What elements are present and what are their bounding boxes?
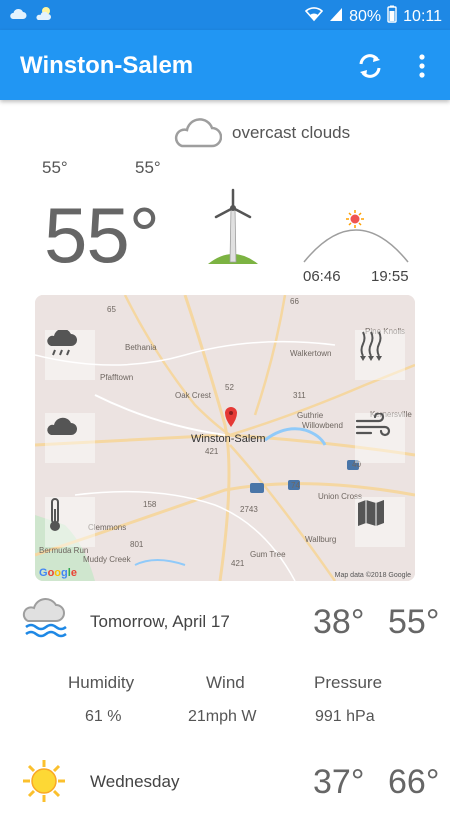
battery-icon [387, 5, 397, 28]
map-place-label: Willowbend [302, 421, 343, 430]
current-condition: overcast clouds [172, 110, 350, 155]
sunset-time: 19:55 [371, 268, 409, 285]
route-shield: 52 [225, 383, 234, 392]
wind-turbine-icon [200, 188, 266, 273]
weather-map[interactable]: Bethania Pfafftown Oak Crest Walkertown … [35, 295, 415, 581]
route-shield: 421 [205, 447, 219, 456]
map-place-label: Walkertown [290, 349, 332, 358]
route-shield: 158 [143, 500, 157, 509]
status-bar: 80% 10:11 [0, 0, 450, 30]
map-place-label: Wallburg [305, 535, 337, 544]
refresh-icon [355, 54, 385, 84]
app-bar: Winston-Salem [0, 30, 450, 100]
humidity-label: Humidity [68, 673, 135, 692]
map-layer-button[interactable] [355, 497, 405, 547]
route-shield: 74 [291, 481, 300, 490]
sun-icon [22, 759, 66, 808]
temperature-layer-button[interactable] [45, 497, 95, 547]
sun-position-icon [346, 210, 364, 228]
route-shield: 66 [290, 297, 299, 306]
wifi-icon [304, 6, 324, 27]
map-place-label: Bethania [125, 343, 157, 352]
weather-cloud-icon [8, 6, 28, 27]
wind-layer-button[interactable] [355, 413, 405, 463]
today-high: 55° [135, 158, 161, 177]
current-temperature: 55° [44, 191, 160, 279]
forecast-day: Tomorrow, April 17 [90, 612, 230, 631]
humidity-value: 61 % [85, 708, 122, 725]
more-vert-icon [410, 54, 434, 84]
sun-arc [300, 208, 412, 269]
precipitation-layer-button[interactable] [355, 330, 405, 380]
wind-value: 21mph W [188, 708, 257, 725]
sunrise-time: 06:46 [303, 268, 341, 285]
map-place-label: Bermuda Run [39, 546, 89, 555]
signal-icon [329, 6, 343, 27]
pressure-value: 991 hPa [315, 708, 375, 725]
forecast-low: 37° [313, 763, 365, 801]
route-shield: 65 [107, 305, 116, 314]
rain-layer-button[interactable] [45, 330, 95, 380]
map-place-label: Guthrie [297, 411, 324, 420]
forecast-day: Wednesday [90, 772, 180, 791]
pressure-label: Pressure [314, 673, 383, 692]
map-place-label: Pfafftown [100, 373, 134, 382]
map-attribution: Map data ©2018 Google [334, 572, 411, 579]
overflow-menu-button[interactable] [410, 52, 434, 80]
forecast-row[interactable]: Wednesday 37° 66° [0, 755, 450, 815]
clock: 10:11 [403, 7, 442, 25]
forecast-high: 55° [388, 603, 440, 641]
route-shield: 421 [231, 559, 245, 568]
route-shield: 311 [293, 391, 306, 400]
cloud-layer-button[interactable] [45, 413, 95, 463]
map-place-label: Oak Crest [175, 391, 212, 400]
battery-percent: 80% [349, 7, 382, 25]
map-city-label: Winston-Salem [191, 433, 266, 445]
map-place-label: Muddy Creek [83, 555, 131, 564]
google-logo: Google [39, 567, 77, 579]
overcast-cloud-icon [172, 110, 223, 155]
map-place-label: Gum Tree [250, 550, 286, 559]
forecast-low: 38° [313, 603, 365, 641]
night-cloud-icon [34, 6, 54, 27]
forecast-high: 66° [388, 763, 440, 801]
refresh-button[interactable] [355, 52, 385, 80]
forecast-row[interactable]: Tomorrow, April 17 38° 55° [0, 595, 450, 655]
route-shield: 801 [130, 540, 144, 549]
page-title: Winston-Salem [20, 52, 194, 79]
wind-label: Wind [206, 673, 245, 692]
today-low: 55° [42, 158, 68, 177]
cloud-rain-icon [22, 597, 68, 648]
condition-text: overcast clouds [232, 122, 351, 142]
route-shield: 2743 [240, 505, 258, 514]
